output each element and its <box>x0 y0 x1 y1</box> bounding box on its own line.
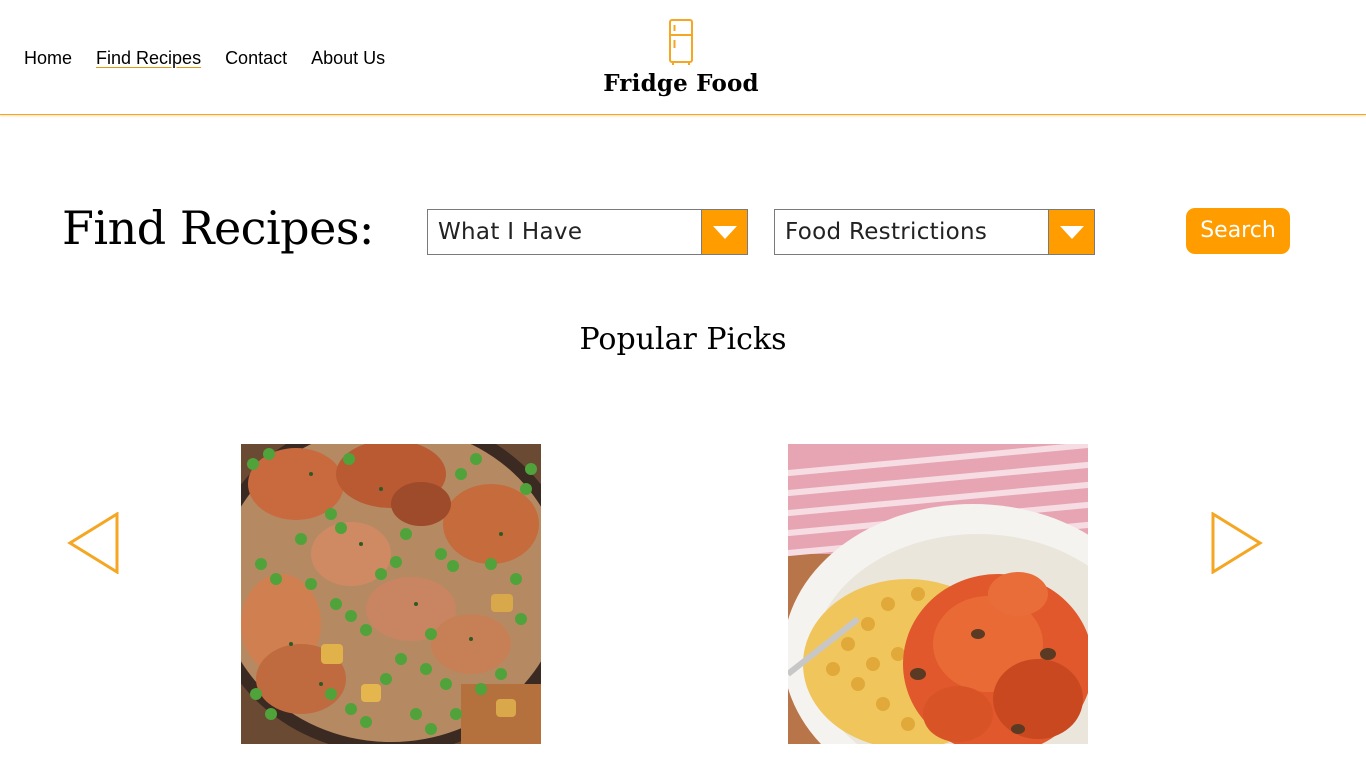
site-header: Home Find Recipes Contact About Us Fridg… <box>0 0 1366 115</box>
what-i-have-value: What I Have <box>438 219 583 245</box>
what-i-have-select[interactable]: What I Have <box>427 209 748 255</box>
chevron-down-icon <box>713 226 737 239</box>
food-restrictions-select[interactable]: Food Restrictions <box>774 209 1095 255</box>
triangle-left-icon[interactable] <box>67 511 121 579</box>
search-button[interactable]: Search <box>1186 208 1290 254</box>
nav-find-recipes[interactable]: Find Recipes <box>96 47 201 69</box>
triangle-right-icon[interactable] <box>1210 511 1264 579</box>
food-restrictions-value: Food Restrictions <box>785 219 988 245</box>
chevron-down-icon <box>1060 226 1084 239</box>
popular-picks-heading: Popular Picks <box>579 322 787 357</box>
recipe-card-chicken-curry-pasta[interactable] <box>788 444 1088 744</box>
nav-contact[interactable]: Contact <box>225 47 287 69</box>
what-i-have-dropdown-button[interactable] <box>701 210 747 254</box>
food-restrictions-dropdown-button[interactable] <box>1048 210 1094 254</box>
main-nav: Home Find Recipes Contact About Us <box>24 47 409 69</box>
recipe-card-chicken-peas[interactable] <box>241 444 541 744</box>
fridge-icon <box>669 19 693 65</box>
brand-name: Fridge Food <box>603 70 759 97</box>
nav-home[interactable]: Home <box>24 47 72 69</box>
find-recipes-title: Find Recipes: <box>62 201 374 255</box>
brand-logo[interactable]: Fridge Food <box>560 18 802 97</box>
nav-about-us[interactable]: About Us <box>311 47 385 69</box>
chicken-curry-with-pasta-image <box>788 444 1088 744</box>
chicken-with-peas-image <box>241 444 541 744</box>
